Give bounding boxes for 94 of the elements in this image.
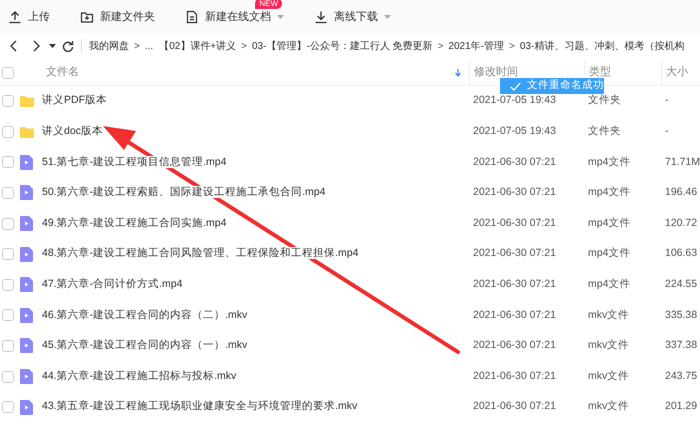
file-type: mp4文件 xyxy=(587,154,632,170)
modified-time: 2021-06-30 07:21 xyxy=(472,185,557,200)
modified-time: 2021-07-05 19:43 xyxy=(472,124,557,140)
file-type: mp4文件 xyxy=(587,276,632,292)
toolbar-button[interactable]: 新建文件夹 xyxy=(78,6,157,28)
modified-time: 2021-06-30 07:21 xyxy=(472,276,557,292)
download-icon xyxy=(314,10,328,24)
video-file-icon xyxy=(20,277,33,292)
row-checkbox[interactable] xyxy=(2,126,14,138)
breadcrumb-separator: > xyxy=(240,40,248,54)
modified-time: 2021-06-30 07:21 xyxy=(472,308,557,323)
row-checkbox[interactable] xyxy=(2,309,14,322)
file-size: 337.38 xyxy=(664,338,698,354)
breadcrumb-link[interactable]: ... xyxy=(142,38,156,54)
breadcrumb-link[interactable]: 03-【管理】-公众号：建工行人 免费更新 xyxy=(249,38,436,54)
file-name[interactable]: 46.第六章-建设工程合同的内容（二）.mkv xyxy=(42,308,248,321)
row-checkbox[interactable] xyxy=(2,340,14,352)
row-checkbox[interactable] xyxy=(2,187,14,200)
modified-time: 2021-06-30 07:21 xyxy=(472,216,557,231)
file-size: 106.63 xyxy=(664,246,698,262)
video-file-icon xyxy=(20,246,33,262)
file-name[interactable]: 44.第六章-建设工程施工招标与投标.mkv xyxy=(42,370,236,382)
breadcrumb-link[interactable]: 2021年-管理 xyxy=(445,38,507,54)
modified-time: 2021-06-30 07:21 xyxy=(472,368,557,384)
modified-time: 2021-06-30 07:21 xyxy=(472,246,557,262)
toast-notification: 文件重命名成功 xyxy=(500,78,604,94)
video-file-icon xyxy=(20,154,33,170)
upload-icon xyxy=(8,10,22,24)
file-name[interactable]: 51.第七章-建设工程项目信息管理.mp4 xyxy=(42,156,226,168)
column-header[interactable]: 文件名 xyxy=(42,60,469,85)
row-checkbox[interactable] xyxy=(2,278,14,291)
file-size: - xyxy=(664,93,670,108)
file-size: - xyxy=(664,124,670,140)
file-name[interactable]: 49.第六章-建设工程施工合同实施.mp4 xyxy=(42,216,226,229)
column-header[interactable]: 大小 xyxy=(661,60,700,85)
file-size: 196.46 xyxy=(664,185,698,200)
modified-time: 2021-06-30 07:21 xyxy=(472,338,557,354)
file-name[interactable]: 47.第六章-合同计价方式.mp4 xyxy=(42,278,182,290)
document-icon xyxy=(185,10,199,24)
video-file-icon xyxy=(20,338,33,354)
refresh-icon xyxy=(62,40,74,52)
video-file-icon xyxy=(20,216,33,232)
new-badge: NEW xyxy=(255,0,282,9)
video-file-icon xyxy=(20,368,33,384)
sort-arrow-icon xyxy=(455,68,461,76)
breadcrumb-link[interactable]: 03-精讲、习题、冲刺、模考（按机构 xyxy=(516,38,688,54)
video-file-icon xyxy=(20,308,33,323)
file-size: 120.72 xyxy=(664,216,698,231)
breadcrumb-separator: > xyxy=(436,40,444,54)
file-name[interactable]: 45.第六章-建设工程合同的内容（一）.mkv xyxy=(42,339,248,352)
breadcrumb-link[interactable]: 【02】课件+讲义 xyxy=(156,38,240,54)
file-type: 文件夹 xyxy=(587,93,622,108)
breadcrumb-separator: > xyxy=(508,40,516,54)
file-name[interactable]: 讲义doc版本 xyxy=(42,125,103,138)
modified-time: 2021-06-30 07:21 xyxy=(472,399,557,414)
toolbar-button[interactable]: 新建在线文档 xyxy=(183,6,286,28)
file-size: 335.38 xyxy=(664,308,698,323)
video-file-icon xyxy=(20,400,33,415)
row-checkbox[interactable] xyxy=(2,248,14,260)
file-name[interactable]: 讲义PDF版本 xyxy=(42,94,107,106)
file-size: 71.71M xyxy=(664,154,700,170)
file-name[interactable]: 50.第六章-建设工程索赔、国际建设工程施工承包合同.mp4 xyxy=(42,186,326,198)
breadcrumb-separator: > xyxy=(133,40,141,54)
forward-icon xyxy=(31,40,41,52)
breadcrumb-link[interactable]: 我的网盘 xyxy=(86,38,132,54)
file-type: mkv文件 xyxy=(587,399,630,414)
folder-icon xyxy=(20,95,34,108)
file-size: 201.29 xyxy=(664,399,698,414)
check-icon xyxy=(510,80,521,92)
back-icon xyxy=(9,40,19,52)
file-type: 文件夹 xyxy=(587,124,622,140)
row-checkbox[interactable] xyxy=(2,218,14,230)
file-type: mp4文件 xyxy=(587,246,632,262)
file-type: mkv文件 xyxy=(587,368,630,384)
toolbar-button[interactable]: 离线下载 xyxy=(312,6,393,28)
video-file-icon xyxy=(20,185,33,200)
file-type: mkv文件 xyxy=(587,308,630,323)
file-size: 243.75 xyxy=(664,368,698,384)
row-checkbox[interactable] xyxy=(2,370,14,383)
toolbar-button[interactable]: 上传 xyxy=(6,6,52,28)
file-type: mp4文件 xyxy=(587,185,632,200)
select-all-checkbox[interactable] xyxy=(2,66,14,78)
row-checkbox[interactable] xyxy=(2,95,14,108)
file-name[interactable]: 48.第六章-建设工程施工合同风险管理、工程保险和工程担保.mp4 xyxy=(42,247,358,260)
file-type: mkv文件 xyxy=(587,338,630,354)
row-checkbox[interactable] xyxy=(2,156,14,168)
folder-plus-icon xyxy=(80,10,94,24)
file-size: 224.55 xyxy=(664,276,698,292)
row-checkbox[interactable] xyxy=(2,401,14,414)
modified-time: 2021-07-05 19:43 xyxy=(472,93,557,108)
file-type: mp4文件 xyxy=(587,216,632,231)
file-name[interactable]: 43.第五章-建设工程施工现场职业健康安全与环境管理的要求.mkv xyxy=(42,400,358,412)
folder-icon xyxy=(20,126,34,138)
modified-time: 2021-06-30 07:21 xyxy=(472,154,557,170)
